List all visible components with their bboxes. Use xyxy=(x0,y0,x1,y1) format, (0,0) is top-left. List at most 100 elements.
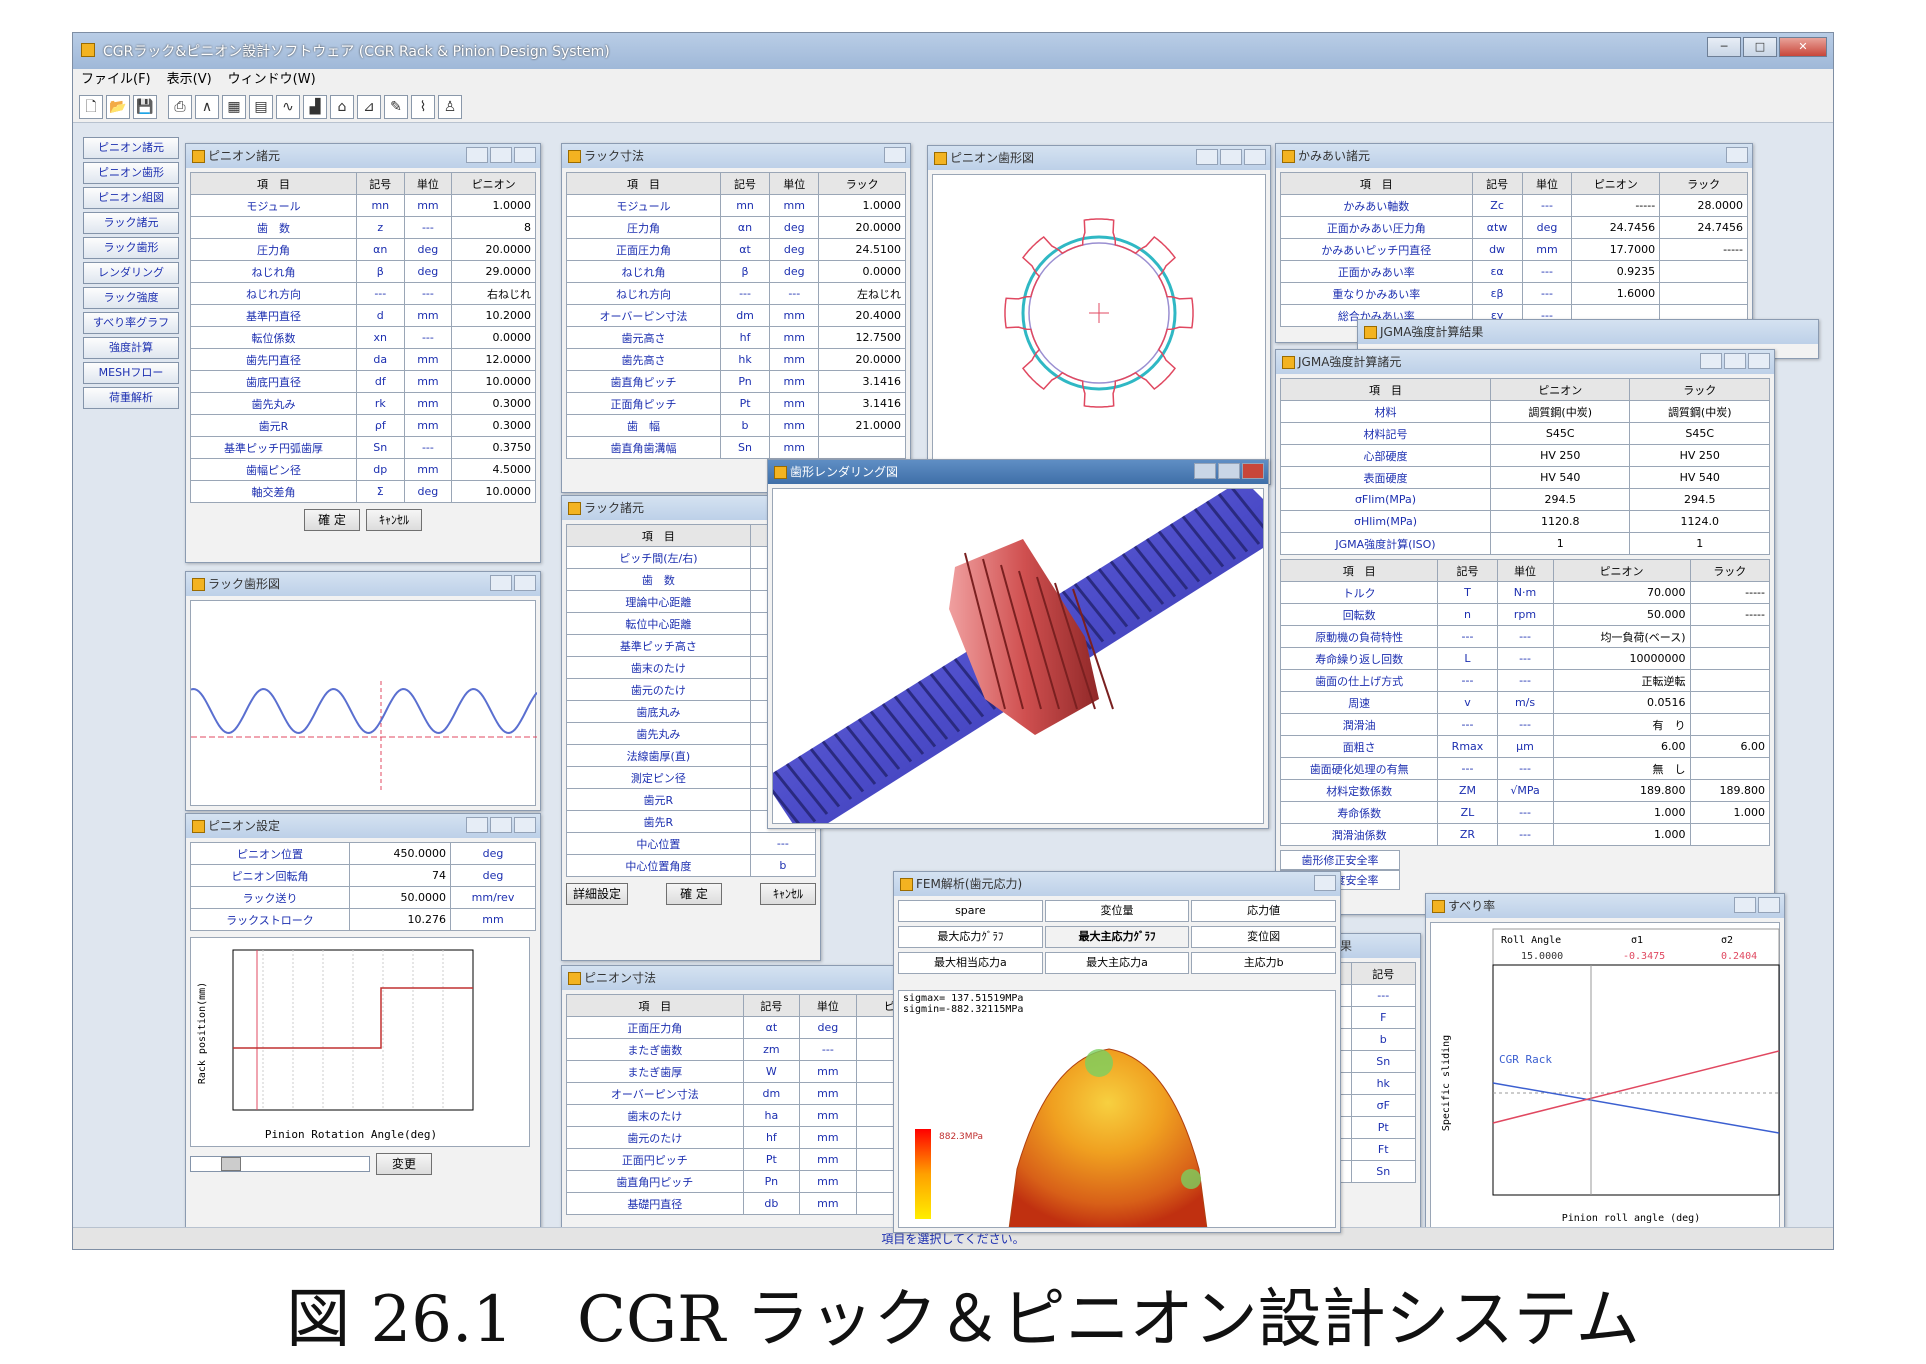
strength-condition-cell[interactable] xyxy=(1689,669,1771,692)
new-file-icon[interactable]: 🗋 xyxy=(79,94,103,119)
fem-tab[interactable]: 変位量 xyxy=(1044,900,1190,922)
sidebar-item[interactable]: 荷重解析 xyxy=(83,387,179,409)
sidebar-item[interactable]: ラック歯形 xyxy=(83,237,179,259)
strength-condition-cell[interactable] xyxy=(1689,647,1771,670)
pinion-settings-cell[interactable]: deg xyxy=(450,842,536,865)
strength-material-cell[interactable]: 調質鋼(中炭) xyxy=(1629,400,1770,423)
strength-result-cell[interactable]: F xyxy=(1350,1006,1416,1029)
rack-cell[interactable]: 24.5100 xyxy=(818,238,906,261)
print-icon[interactable]: ⎙ xyxy=(168,94,192,119)
strength-result-cell[interactable]: Pt xyxy=(1350,1116,1416,1139)
minimize-button[interactable]: ─ xyxy=(1707,37,1741,57)
change-button[interactable]: 変更 xyxy=(376,1153,432,1175)
sidebar-item[interactable]: すべり率グラフ xyxy=(83,312,179,334)
pinion-cell[interactable]: 10.0000 xyxy=(451,370,536,393)
maximize-button[interactable]: □ xyxy=(1743,37,1777,57)
close-button[interactable]: ✕ xyxy=(1779,37,1827,57)
strength-condition-cell[interactable]: 1.000 xyxy=(1689,801,1771,824)
pinion-cell[interactable]: 0.3000 xyxy=(451,414,536,437)
contact-cell[interactable]: 24.7456 xyxy=(1659,216,1748,239)
sidebar-item[interactable]: ピニオン諸元 xyxy=(83,137,179,159)
strength-material-cell[interactable]: HV 540 xyxy=(1629,466,1770,489)
tooth-profile-icon[interactable]: ∧ xyxy=(195,94,219,119)
pinion-cell[interactable]: 0.3750 xyxy=(451,436,536,459)
rack-details-cell[interactable]: b xyxy=(749,854,817,877)
fem-tab[interactable]: 最大応力ｸﾞﾗﾌ xyxy=(898,926,1043,948)
fem-tab[interactable]: spare xyxy=(898,900,1043,922)
cancel-button[interactable]: ｷｬﾝｾﾙ xyxy=(759,883,816,905)
graph-icon[interactable]: ⊿ xyxy=(357,94,381,119)
open-folder-icon[interactable]: 📂 xyxy=(106,94,130,119)
fem-tab[interactable]: 応力値 xyxy=(1191,900,1337,922)
strength-condition-cell[interactable] xyxy=(1689,625,1771,648)
fem-tab[interactable]: 主応力b xyxy=(1191,952,1337,974)
strength-result-cell[interactable]: Ft xyxy=(1350,1138,1416,1161)
strength-condition-cell[interactable] xyxy=(1689,823,1771,846)
contact-cell[interactable]: ----- xyxy=(1659,238,1748,261)
slider-thumb[interactable] xyxy=(221,1157,241,1171)
pinion-settings-cell[interactable]: mm/rev xyxy=(450,886,536,909)
menu-window[interactable]: ウィンドウ(W) xyxy=(228,69,316,91)
rack-cell[interactable] xyxy=(818,436,906,459)
rack-cell[interactable]: 3.1416 xyxy=(818,370,906,393)
pinion-settings-cell[interactable]: mm xyxy=(450,908,536,931)
strength-condition-cell[interactable] xyxy=(1689,757,1771,780)
strength-condition-cell[interactable]: ----- xyxy=(1689,603,1771,626)
pinion-cell[interactable]: 1.0000 xyxy=(451,194,536,217)
fem-tab[interactable]: 最大相当応力a xyxy=(898,952,1043,974)
sidebar-item[interactable]: ラック強度 xyxy=(83,287,179,309)
sidebar-item[interactable]: レンダリング xyxy=(83,262,179,284)
pinion-cell[interactable]: 29.0000 xyxy=(451,260,536,283)
rack-cell[interactable]: 3.1416 xyxy=(818,392,906,415)
pinion-cell[interactable]: 0.3000 xyxy=(451,392,536,415)
menu-file[interactable]: ファイル(F) xyxy=(81,69,151,91)
pinion-cell[interactable]: 0.0000 xyxy=(451,326,536,349)
rack-cell[interactable]: 20.0000 xyxy=(818,216,906,239)
sidebar-item[interactable]: ピニオン組図 xyxy=(83,187,179,209)
strength-condition-cell[interactable] xyxy=(1689,713,1771,736)
gear-drawing-icon[interactable]: ▦ xyxy=(222,94,246,119)
wave-icon[interactable]: ∿ xyxy=(276,94,300,119)
detail-settings-button[interactable]: 詳細設定 xyxy=(566,883,629,905)
strength-result-cell[interactable]: σF xyxy=(1350,1094,1416,1117)
user-icon[interactable]: ♙ xyxy=(438,94,462,119)
rack-icon[interactable]: ▤ xyxy=(249,94,273,119)
strength-material-cell[interactable]: 1124.0 xyxy=(1629,510,1770,533)
chart-icon[interactable]: ▟ xyxy=(303,94,327,119)
contact-cell[interactable] xyxy=(1659,260,1748,283)
strength-result-cell[interactable]: hk xyxy=(1350,1072,1416,1095)
rack-cell[interactable]: 20.4000 xyxy=(818,304,906,327)
rack-cell[interactable]: 12.7500 xyxy=(818,326,906,349)
strength-result-cell[interactable]: Sn xyxy=(1350,1050,1416,1073)
sidebar-item[interactable]: ラック諸元 xyxy=(83,212,179,234)
confirm-button[interactable]: 確 定 xyxy=(666,883,722,905)
cancel-button[interactable]: ｷｬﾝｾﾙ xyxy=(366,509,422,531)
pinion-cell[interactable]: 右ねじれ xyxy=(451,282,536,305)
pinion-cell[interactable]: 10.0000 xyxy=(451,480,536,503)
strength-material-cell[interactable]: S45C xyxy=(1629,422,1770,445)
fem-tab[interactable]: 変位図 xyxy=(1191,926,1337,948)
contact-cell[interactable] xyxy=(1659,282,1748,305)
strength-material-cell[interactable]: 294.5 xyxy=(1629,488,1770,511)
pinion-cell[interactable]: 12.0000 xyxy=(451,348,536,371)
strength-condition-cell[interactable] xyxy=(1689,691,1771,714)
strength-material-cell[interactable]: HV 250 xyxy=(1629,444,1770,467)
pinion-cell[interactable]: 20.0000 xyxy=(451,238,536,261)
contact-cell[interactable]: 28.0000 xyxy=(1659,194,1748,217)
confirm-button[interactable]: 確 定 xyxy=(304,509,360,531)
rack-cell[interactable]: 1.0000 xyxy=(818,194,906,217)
save-icon[interactable]: 💾 xyxy=(133,94,157,119)
pinion-cell[interactable]: 4.5000 xyxy=(451,458,536,481)
pinion-cell[interactable]: 10.2000 xyxy=(451,304,536,327)
pinion-cell[interactable]: 8 xyxy=(451,216,536,239)
rack-cell[interactable]: 20.0000 xyxy=(818,348,906,371)
rotation-slider[interactable] xyxy=(190,1156,370,1172)
strength-result-cell[interactable]: Sn xyxy=(1350,1160,1416,1183)
strength-material-cell[interactable]: 1 xyxy=(1629,532,1770,555)
sidebar-item[interactable]: ピニオン歯形 xyxy=(83,162,179,184)
pinion-settings-cell[interactable]: deg xyxy=(450,864,536,887)
menu-view[interactable]: 表示(V) xyxy=(167,69,212,91)
fem-tab[interactable]: 最大主応力ｸﾞﾗﾌ xyxy=(1044,926,1190,948)
rack-cell[interactable]: 左ねじれ xyxy=(818,282,906,305)
fem-tab[interactable]: 最大主応力a xyxy=(1044,952,1190,974)
